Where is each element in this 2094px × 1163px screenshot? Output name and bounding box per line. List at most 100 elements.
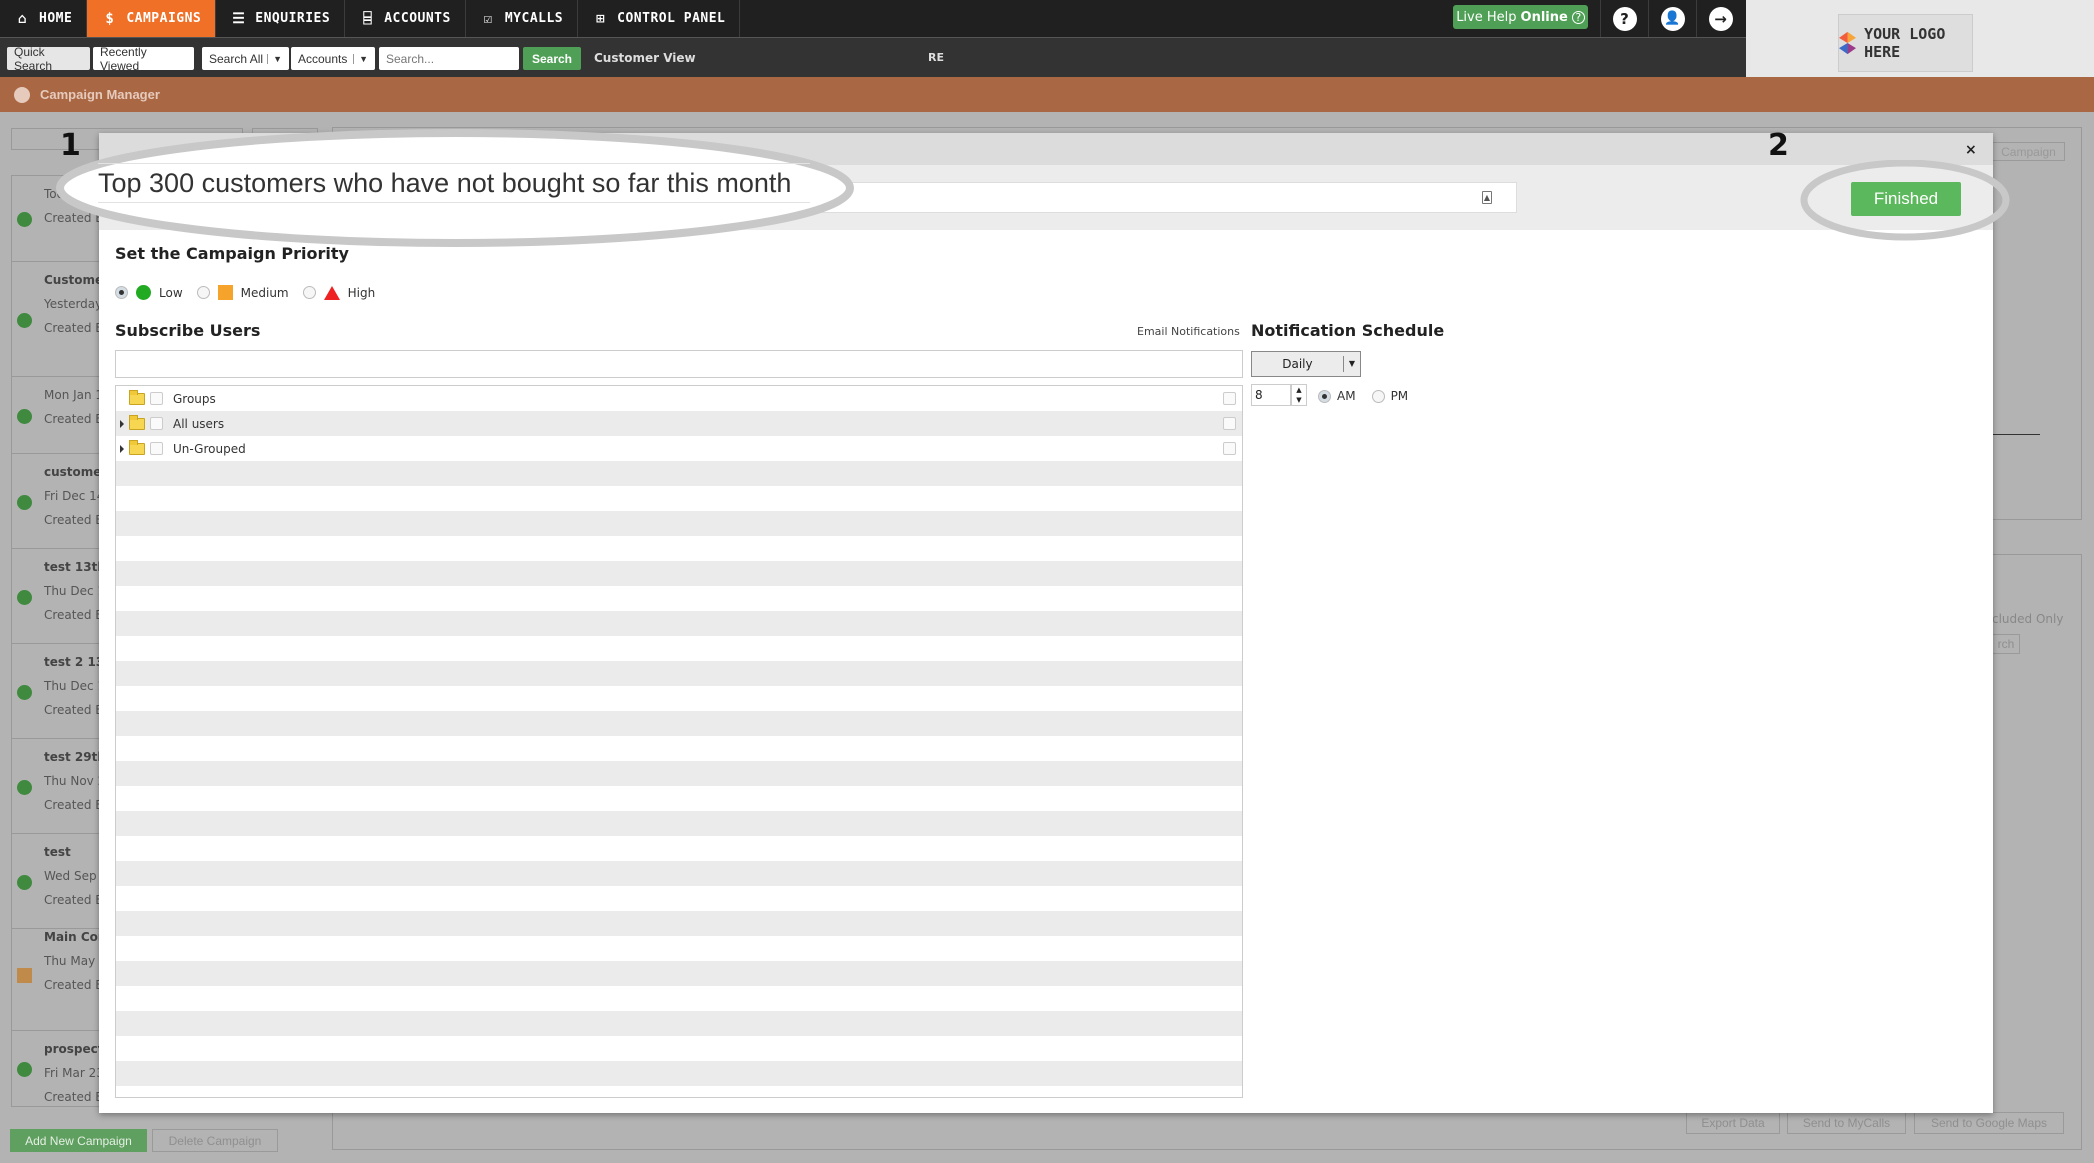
campaign-created-by: Created B — [44, 978, 104, 992]
campaign-title: custome — [44, 465, 102, 479]
tree-node[interactable]: Un-Grouped — [116, 436, 1242, 461]
select-checkbox[interactable] — [150, 392, 163, 405]
low-priority-icon — [17, 684, 32, 700]
finished-button[interactable]: Finished — [1851, 182, 1961, 216]
tree-node[interactable]: All users — [116, 411, 1242, 436]
campaign-created-by: Created B — [44, 513, 104, 527]
checklist-icon: ☑ — [483, 10, 493, 27]
campaign-item-text: custome Fri Dec 14 Created B — [44, 460, 104, 532]
quick-search-tab[interactable]: Quick Search — [7, 45, 90, 73]
campaign-name-input-box[interactable]: ▲ — [799, 182, 1517, 213]
page-header: Campaign Manager — [0, 77, 2094, 112]
tree-node-label: Un-Grouped — [173, 441, 246, 456]
campaign-date: Thu Nov 2 — [44, 774, 106, 788]
export-data-button[interactable]: Export Data — [1686, 1112, 1780, 1134]
campaign-created-by: Created B — [44, 1090, 104, 1104]
nav-enquiries[interactable]: ☰ ENQUIRIES — [216, 0, 346, 37]
user-initials[interactable]: RE — [928, 51, 944, 64]
profile-button[interactable]: 👤 — [1648, 0, 1696, 37]
send-to-google-maps-button[interactable]: Send to Google Maps — [1914, 1112, 2064, 1134]
recently-viewed-tab[interactable]: Recently Viewed — [93, 45, 194, 73]
customer-view-link[interactable]: Customer View — [594, 51, 696, 65]
live-help-button[interactable]: Live Help Online? — [1453, 5, 1588, 29]
expand-arrow-icon[interactable] — [120, 444, 124, 453]
green-circle-icon — [136, 285, 151, 300]
help-button[interactable]: ? — [1600, 0, 1648, 37]
sliders-icon: ⊞ — [596, 10, 606, 27]
close-modal-button[interactable]: × — [1965, 142, 1977, 158]
delete-campaign-button[interactable]: Delete Campaign — [152, 1129, 278, 1152]
campaign-name-magnified[interactable]: Top 300 customers who have not bought so… — [98, 163, 810, 203]
low-priority-icon — [17, 408, 32, 424]
expand-arrow-icon[interactable] — [120, 419, 124, 428]
new-campaign-button[interactable]: Campaign — [1992, 142, 2065, 161]
campaign-created-by: Created B — [44, 412, 104, 426]
campaign-item-text: test 2 13 Thu Dec 1 Created B — [44, 650, 105, 722]
logout-arrow-icon: → — [1708, 6, 1733, 31]
frequency-select[interactable]: Daily ▼ — [1251, 351, 1361, 377]
annotation-1: 1 — [60, 128, 81, 163]
search-toolbar: Quick Search Recently Viewed Search All ▼… — [0, 37, 1746, 77]
nav-home[interactable]: ⌂ HOME — [0, 0, 88, 37]
hour-input[interactable]: 8 — [1251, 384, 1291, 406]
notification-schedule-heading: Notification Schedule — [1251, 321, 1445, 340]
folder-icon — [129, 439, 145, 455]
campaign-item-text: prospect Fri Mar 23 Created B — [44, 1037, 104, 1109]
low-priority-icon — [17, 874, 32, 890]
campaign-date: Thu Dec 1 — [44, 679, 106, 693]
logout-button[interactable]: → — [1696, 0, 1744, 37]
home-icon: ⌂ — [18, 10, 27, 27]
campaign-date: Fri Mar 23 — [44, 1066, 104, 1080]
campaign-date: Thu May 1 — [44, 954, 107, 968]
email-notification-checkbox[interactable] — [1223, 417, 1236, 430]
priority-high-radio[interactable] — [302, 286, 316, 299]
low-priority-icon — [17, 1062, 32, 1077]
search-button-bg[interactable]: rch — [1992, 634, 2020, 654]
priority-medium-radio[interactable] — [196, 286, 210, 299]
am-radio[interactable] — [1318, 389, 1331, 403]
campaign-created-by: Created B — [44, 703, 104, 717]
subscribe-filter-input[interactable] — [115, 350, 1243, 378]
search-button[interactable]: Search — [523, 47, 581, 70]
nav-mycalls[interactable]: ☑ MYCALLS — [466, 0, 579, 37]
campaign-item-text: test 29th Thu Nov 2 Created B — [44, 745, 106, 817]
bank-icon: ⌸ — [363, 10, 373, 27]
ampm-options: AM PM — [1318, 389, 1408, 403]
nav-accounts[interactable]: ⌸ ACCOUNTS — [345, 0, 466, 37]
contact-card-icon: ▲ — [1482, 191, 1492, 204]
email-notifications-label: Email Notifications — [1137, 325, 1240, 338]
campaign-title: test 13th — [44, 560, 106, 574]
nav-control-panel[interactable]: ⊞ CONTROL PANEL — [578, 0, 741, 37]
campaign-title: test — [44, 845, 71, 859]
hour-stepper[interactable]: ▲ ▼ — [1291, 384, 1307, 406]
send-to-mycalls-button[interactable]: Send to MyCalls — [1787, 1112, 1906, 1134]
folder-icon — [129, 414, 145, 430]
nav-campaigns[interactable]: $ CAMPAIGNS — [87, 0, 217, 37]
pm-radio[interactable] — [1371, 389, 1385, 403]
red-triangle-icon — [323, 285, 340, 300]
email-notification-checkbox[interactable] — [1223, 442, 1236, 455]
campaign-date: Yesterday — [44, 297, 103, 311]
campaign-item-text: Mon Jan 1 Created B — [44, 383, 104, 431]
add-new-campaign-button[interactable]: Add New Campaign — [10, 1129, 147, 1152]
campaign-title: prospect — [44, 1042, 104, 1056]
priority-heading: Set the Campaign Priority — [115, 244, 349, 263]
tree-node[interactable]: Groups — [116, 386, 1242, 411]
search-scope-select[interactable]: Search All ▼ — [202, 47, 289, 70]
divider — [1993, 434, 2040, 435]
logo-mark-icon — [1839, 31, 1857, 55]
search-type-select[interactable]: Accounts ▼ — [291, 47, 375, 70]
priority-low-radio[interactable] — [115, 286, 128, 299]
campaign-created-by: Created B — [44, 798, 104, 812]
search-input[interactable] — [379, 47, 519, 70]
select-checkbox[interactable] — [150, 417, 163, 430]
select-checkbox[interactable] — [150, 442, 163, 455]
orange-square-icon — [217, 285, 233, 300]
dropdown-arrow-icon: ▼ — [267, 53, 282, 64]
campaign-item-text: test 13th Thu Dec 1 Created B — [44, 555, 106, 627]
tree-node-label: All users — [173, 416, 225, 431]
campaign-date: Thu Dec 1 — [44, 584, 106, 598]
email-notification-checkbox[interactable] — [1223, 392, 1236, 405]
annotation-2: 2 — [1768, 128, 1789, 163]
included-only-label: cluded Only — [1992, 612, 2064, 626]
